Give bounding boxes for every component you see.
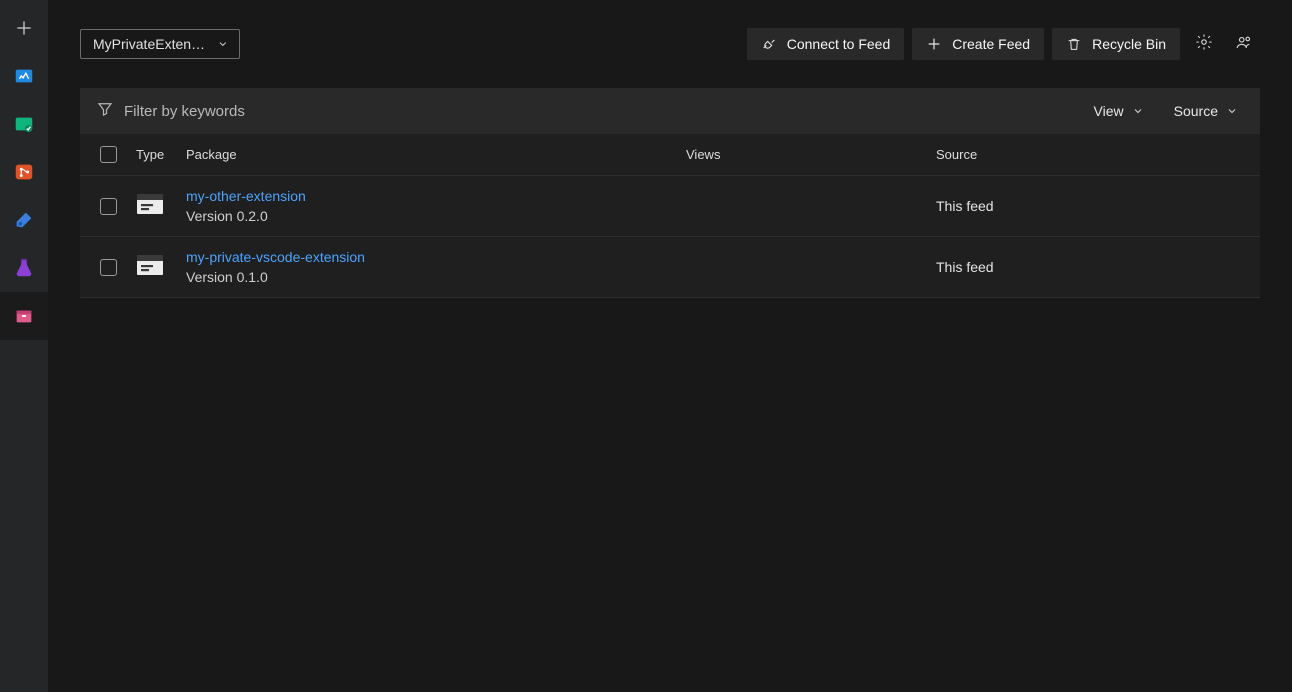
- gear-icon: [1195, 33, 1213, 56]
- table-header: Type Package Views Source: [80, 134, 1260, 176]
- boards-icon: [12, 112, 36, 136]
- row-checkbox[interactable]: [100, 198, 117, 215]
- package-version: Version 0.1.0: [186, 269, 686, 285]
- package-source: This feed: [936, 259, 1260, 275]
- plus-icon: [926, 36, 942, 52]
- column-package[interactable]: Package: [186, 147, 686, 162]
- trash-icon: [1066, 36, 1082, 52]
- package-type-icon: [136, 254, 164, 276]
- repos-icon: [12, 160, 36, 184]
- main-content: MyPrivateExtensi... Connect to Feed Crea…: [48, 0, 1292, 692]
- people-icon: [1235, 33, 1253, 56]
- plug-icon: [761, 36, 777, 52]
- toolbar-actions: Connect to Feed Create Feed Recycle Bin: [747, 28, 1260, 60]
- testplans-icon: [12, 256, 36, 280]
- connect-to-feed-label: Connect to Feed: [787, 36, 891, 52]
- feed-settings-button[interactable]: [1188, 28, 1220, 60]
- connect-to-feed-button[interactable]: Connect to Feed: [747, 28, 905, 60]
- package-source: This feed: [936, 198, 1260, 214]
- row-checkbox[interactable]: [100, 259, 117, 276]
- filter-placeholder: Filter by keywords: [124, 103, 245, 120]
- packages-panel: Filter by keywords View Source Type: [80, 88, 1260, 298]
- sidebar-item-artifacts[interactable]: [0, 292, 48, 340]
- feed-selector[interactable]: MyPrivateExtensi...: [80, 29, 240, 59]
- plus-icon: [12, 16, 36, 40]
- sidebar-item-repos[interactable]: [0, 148, 48, 196]
- recycle-bin-label: Recycle Bin: [1092, 36, 1166, 52]
- view-dropdown-label: View: [1094, 103, 1124, 119]
- filter-bar: Filter by keywords View Source: [80, 88, 1260, 134]
- create-feed-label: Create Feed: [952, 36, 1030, 52]
- sidebar-item-testplans[interactable]: [0, 244, 48, 292]
- package-name-link[interactable]: my-private-vscode-extension: [186, 249, 365, 265]
- table-row[interactable]: my-private-vscode-extension Version 0.1.…: [80, 237, 1260, 298]
- column-views[interactable]: Views: [686, 147, 936, 162]
- artifacts-icon: [12, 304, 36, 328]
- chevron-down-icon: [1226, 105, 1238, 117]
- package-name-link[interactable]: my-other-extension: [186, 188, 306, 204]
- pipelines-icon: [12, 208, 36, 232]
- package-version: Version 0.2.0: [186, 208, 686, 224]
- sidebar-item-boards[interactable]: [0, 100, 48, 148]
- nav-sidebar: [0, 0, 48, 692]
- package-type-icon: [136, 193, 164, 215]
- create-feed-button[interactable]: Create Feed: [912, 28, 1044, 60]
- toolbar: MyPrivateExtensi... Connect to Feed Crea…: [80, 28, 1260, 60]
- sidebar-item-new[interactable]: [0, 4, 48, 52]
- recycle-bin-button[interactable]: Recycle Bin: [1052, 28, 1180, 60]
- column-type[interactable]: Type: [136, 147, 186, 162]
- chevron-down-icon: [1132, 105, 1144, 117]
- chevron-down-icon: [217, 38, 229, 50]
- column-source[interactable]: Source: [936, 147, 1260, 162]
- filter-dropdowns: View Source: [1094, 103, 1238, 119]
- source-dropdown[interactable]: Source: [1174, 103, 1238, 119]
- filter-icon: [96, 100, 114, 122]
- table-row[interactable]: my-other-extension Version 0.2.0 This fe…: [80, 176, 1260, 237]
- filter-input[interactable]: Filter by keywords: [96, 100, 245, 122]
- view-dropdown[interactable]: View: [1094, 103, 1144, 119]
- dashboard-icon: [12, 64, 36, 88]
- table-body: my-other-extension Version 0.2.0 This fe…: [80, 176, 1260, 298]
- select-all-checkbox[interactable]: [100, 146, 117, 163]
- permissions-button[interactable]: [1228, 28, 1260, 60]
- feed-selector-label: MyPrivateExtensi...: [93, 36, 209, 52]
- sidebar-item-pipelines[interactable]: [0, 196, 48, 244]
- source-dropdown-label: Source: [1174, 103, 1218, 119]
- sidebar-item-dashboards[interactable]: [0, 52, 48, 100]
